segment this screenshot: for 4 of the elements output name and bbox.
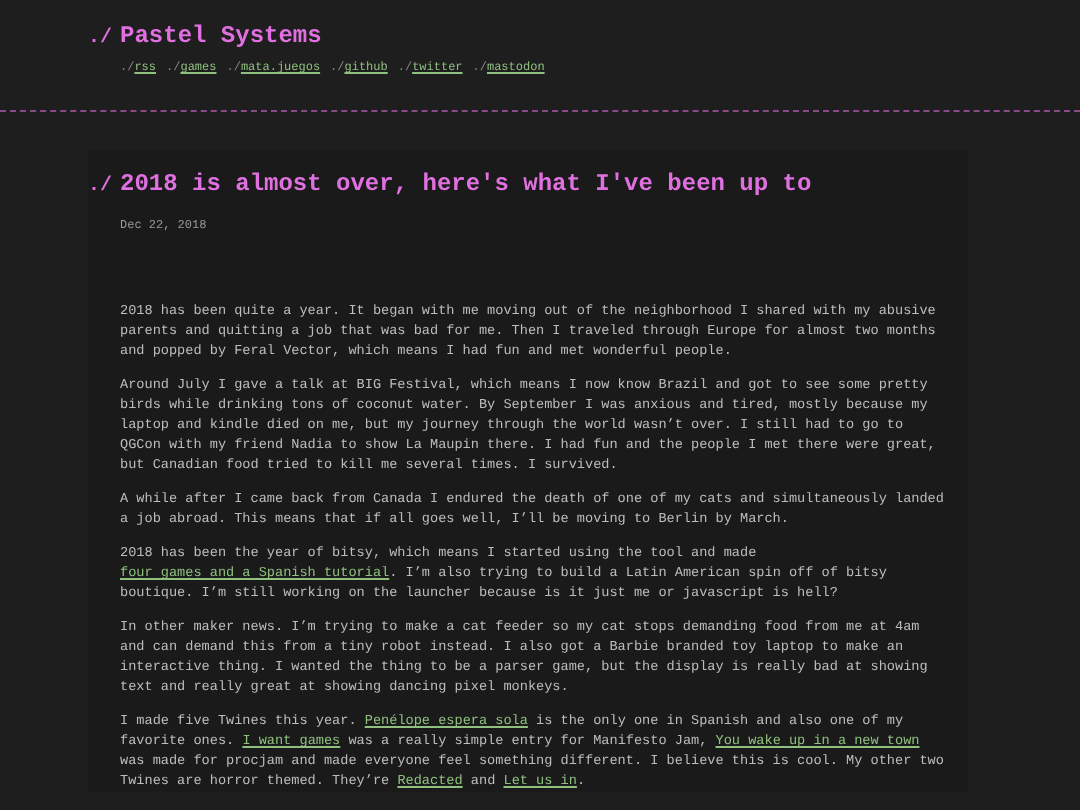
site-title: Pastel Systems <box>120 20 322 54</box>
post-title: 2018 is almost over, here's what I've been up to <box>120 168 812 202</box>
prompt-prefix: ./ <box>88 25 113 54</box>
prompt-prefix: ./ <box>88 173 113 202</box>
